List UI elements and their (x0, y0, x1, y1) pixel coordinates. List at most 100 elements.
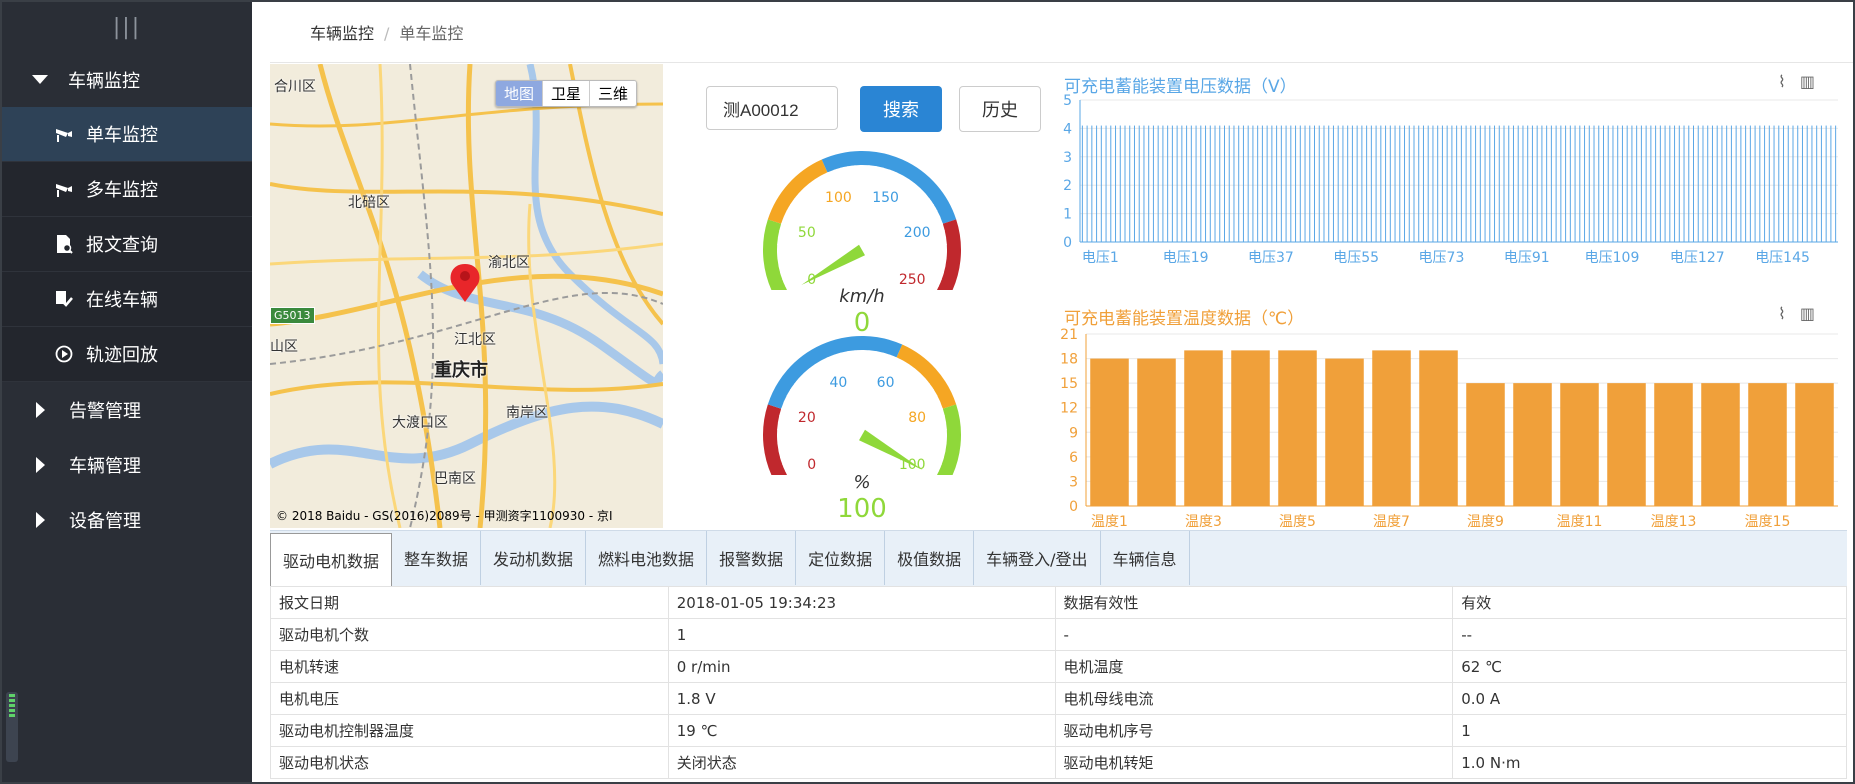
x-tick-label: 温度5 (1279, 514, 1316, 530)
tab-6[interactable]: 极值数据 (885, 531, 975, 585)
gauge-tick-label: 20 (798, 410, 816, 426)
y-tick-label: 12 (1060, 401, 1078, 417)
temperature-chart: 0 3 6 9 12 15 18 21 温度1 温度3 温度5 温度7 温度9 温度11 温度13 温度15 (1060, 327, 1838, 530)
map-type-satellite[interactable]: 卫星 (542, 81, 590, 106)
field-value: 1 (1452, 714, 1847, 747)
gauge-tick (911, 183, 916, 188)
plate-number-input[interactable] (706, 86, 838, 130)
tab-1[interactable]: 整车数据 (392, 531, 482, 585)
gauge-tick (840, 167, 843, 173)
gauge-tick (847, 351, 850, 357)
gauge-tick (783, 401, 789, 405)
gauge-tick (941, 422, 947, 424)
field-label: 驱动电机转矩 (1054, 746, 1454, 779)
gauge-tick (887, 169, 891, 175)
x-tick-label: 电压109 (1585, 250, 1640, 266)
gauge-tick-label: 0 (807, 457, 816, 473)
x-tick-label: 电压55 (1333, 250, 1379, 266)
gauge-tick (790, 286, 798, 290)
sidebar-item-online-vehicles[interactable]: 在线车辆 (2, 272, 252, 327)
x-tick-label: 电压19 (1163, 250, 1209, 266)
gauge-tick (874, 351, 877, 357)
gauge-tick (778, 449, 784, 452)
gauge-tick (782, 277, 788, 281)
map-type-map[interactable]: 地图 (496, 81, 543, 106)
field-label: 电机母线电流 (1054, 682, 1454, 715)
field-value: 1.8 V (667, 682, 1056, 715)
line-chart-icon[interactable]: ⌇ (1778, 304, 1786, 323)
temperature-bar (1513, 383, 1552, 506)
bar-chart-icon[interactable]: ▥ (1800, 304, 1815, 323)
search-button[interactable]: 搜索 (860, 86, 942, 132)
gauge-tick (798, 192, 803, 197)
field-value: 1.0 N·m (1452, 746, 1847, 779)
sidebar-item-label: 多车监控 (86, 180, 158, 201)
sidebar-item-single-vehicle[interactable]: 单车监控 (2, 107, 252, 162)
gauge-tick (934, 283, 940, 287)
gauge-tick-label: 200 (904, 225, 931, 241)
tab-3[interactable]: 燃料电池数据 (586, 531, 708, 585)
gauge-tick-label: 40 (829, 375, 847, 391)
gauge-tick (925, 198, 931, 203)
field-label: 电机电压 (270, 682, 669, 715)
temperature-bar (1560, 383, 1599, 506)
replay-icon (52, 344, 76, 364)
gauge-tick (905, 178, 910, 184)
map-view[interactable]: 地图 卫星 三维 合川区 北碚区 渝北区 江北区 重庆市 南岸区 大渡口区 巴南… (270, 64, 663, 528)
menu-group-alarm-management[interactable]: 告警管理 (2, 382, 252, 437)
gauge-tick (933, 407, 944, 413)
gauge-tick (814, 178, 819, 184)
map-label: 重庆市 (434, 360, 488, 381)
gauge-tick (925, 383, 931, 388)
map-roads (270, 64, 663, 528)
history-button[interactable]: 历史 (959, 86, 1041, 132)
divider (270, 62, 1853, 63)
resize-handle[interactable] (6, 692, 18, 762)
sidebar-item-track-replay[interactable]: 轨迹回放 (2, 327, 252, 382)
menu-group-label: 车辆管理 (69, 455, 141, 477)
x-tick-label: 电压127 (1670, 250, 1725, 266)
field-label: 驱动电机个数 (270, 618, 669, 651)
y-tick-label: 18 (1060, 352, 1078, 368)
map-type-switcher: 地图 卫星 三维 (495, 80, 638, 107)
bar-chart-icon[interactable]: ▥ (1800, 72, 1815, 91)
gauge-tick (790, 471, 798, 475)
tab-8[interactable]: 车辆信息 (1101, 531, 1190, 585)
caret-down-icon (32, 75, 48, 84)
gauge-tick (938, 456, 945, 459)
gauge-tick (786, 395, 792, 399)
field-label: 数据有效性 (1054, 586, 1454, 619)
gauge-tick (820, 175, 824, 181)
temperature-bar (1184, 350, 1223, 506)
x-tick-label: 温度3 (1185, 514, 1222, 530)
menu-group-device-management[interactable]: 设备管理 (2, 492, 252, 547)
tab-5[interactable]: 定位数据 (796, 531, 886, 585)
gauge-tick (900, 360, 904, 366)
map-label: 江北区 (454, 332, 496, 348)
breadcrumb-parent[interactable]: 车辆监控 (310, 24, 374, 43)
sidebar-item-multi-vehicle[interactable]: 多车监控 (2, 162, 252, 217)
caret-right-icon (36, 456, 45, 473)
menu-group-vehicle-monitoring[interactable]: 车辆监控 (2, 52, 252, 107)
gauge-tick (778, 264, 784, 267)
field-value: 0 r/min (667, 650, 1056, 683)
gauge-tick (783, 216, 789, 220)
temperature-bar (1748, 383, 1787, 506)
sidebar-toggle-icon[interactable]: ||| (2, 2, 252, 52)
gauge-tick (780, 222, 791, 228)
gauge-tick (941, 257, 947, 260)
tab-2[interactable]: 发动机数据 (481, 531, 587, 585)
map-type-3d[interactable]: 三维 (589, 81, 637, 106)
tab-0[interactable]: 驱动电机数据 (270, 533, 393, 586)
tab-7[interactable]: 车辆登入/登出 (974, 531, 1101, 585)
table-row: 驱动电机个数 1- -- (270, 618, 1847, 651)
sidebar-item-message-query[interactable]: 报文查询 (2, 217, 252, 272)
menu-group-vehicle-management[interactable]: 车辆管理 (2, 437, 252, 492)
y-tick-label: 3 (1069, 474, 1078, 490)
gauge-tick (940, 449, 946, 452)
sidebar-item-label: 轨迹回放 (86, 345, 158, 366)
tab-4[interactable]: 报警数据 (707, 531, 797, 585)
gauge-tick (926, 471, 934, 475)
gauge-tick (941, 237, 947, 239)
line-chart-icon[interactable]: ⌇ (1778, 72, 1786, 91)
